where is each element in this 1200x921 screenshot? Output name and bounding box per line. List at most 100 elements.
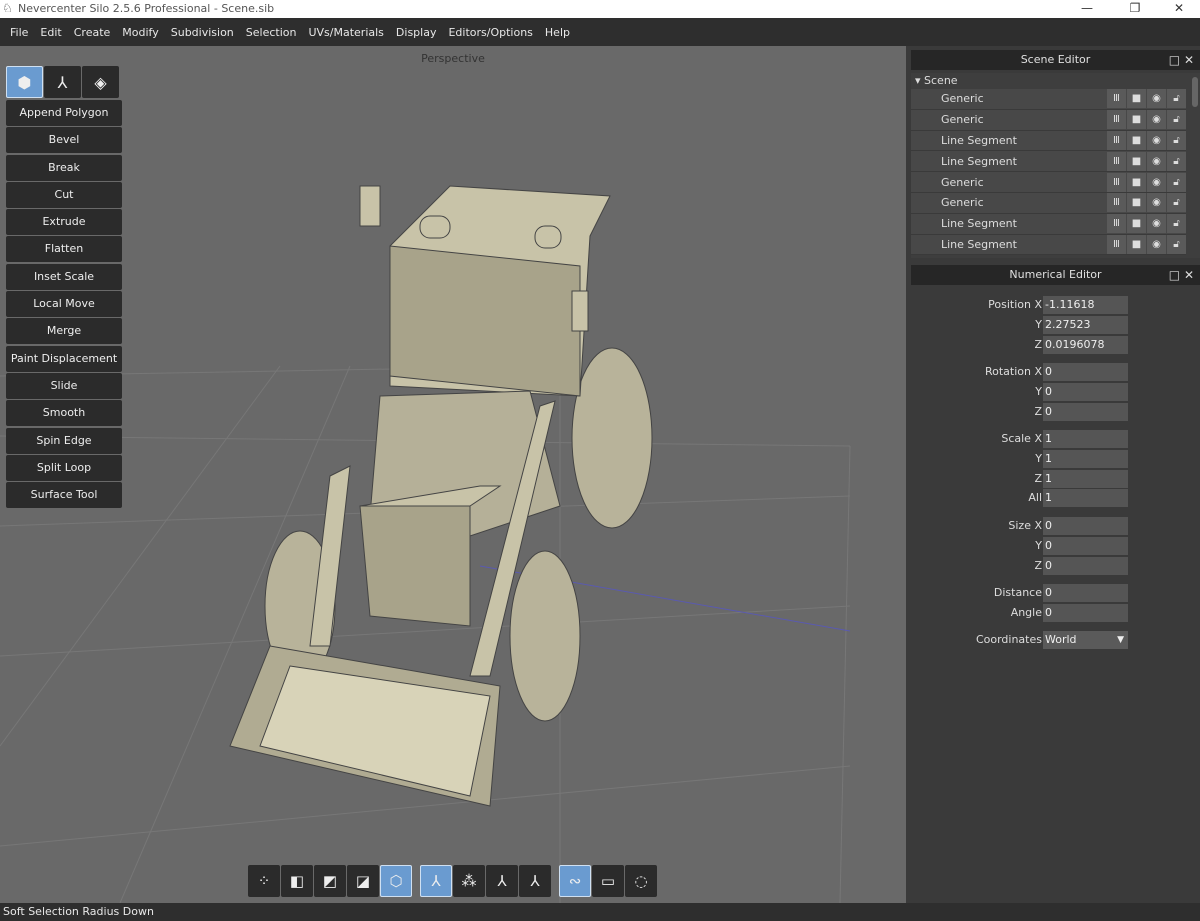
shade-icon[interactable]: ■ <box>1127 193 1146 213</box>
menu-create[interactable]: Create <box>68 26 117 39</box>
rectangle-select-button[interactable]: ▭ <box>592 865 624 897</box>
columns-icon[interactable]: Ⅲ <box>1107 193 1126 213</box>
columns-icon[interactable]: Ⅲ <box>1107 89 1126 109</box>
paint-select-button[interactable]: ∾ <box>559 865 591 897</box>
columns-icon[interactable]: Ⅲ <box>1107 172 1126 192</box>
lock-icon[interactable]: 🔓︎ <box>1167 193 1186 213</box>
value-input[interactable]: 0.0196078 <box>1043 336 1128 354</box>
lock-icon[interactable]: 🔓︎ <box>1167 172 1186 192</box>
visibility-eye-icon[interactable]: ◉ <box>1147 214 1166 234</box>
vertex-select-button[interactable]: ⁘ <box>248 865 280 897</box>
tool-local-move[interactable]: Local Move <box>6 291 122 318</box>
shade-icon[interactable]: ■ <box>1127 89 1146 109</box>
tool-cut[interactable]: Cut <box>6 181 122 208</box>
menu-editors-options[interactable]: Editors/Options <box>442 26 538 39</box>
shade-icon[interactable]: ■ <box>1127 130 1146 150</box>
menu-edit[interactable]: Edit <box>34 26 67 39</box>
visibility-eye-icon[interactable]: ◉ <box>1147 130 1166 150</box>
expand-triangle-icon[interactable]: ▾ <box>915 74 924 87</box>
scene-item[interactable]: Line Segment Ⅲ ■ ◉ 🔓︎ <box>911 234 1186 256</box>
close-icon[interactable]: ✕ <box>1184 268 1194 282</box>
scale-manipulator-button[interactable]: ⁂ <box>453 865 485 897</box>
value-input[interactable]: 0 <box>1043 557 1128 575</box>
value-input[interactable]: 0 <box>1043 383 1128 401</box>
object-vertex-button[interactable]: ◪ <box>347 865 379 897</box>
tool-bevel[interactable]: Bevel <box>6 127 122 154</box>
value-input[interactable]: 0 <box>1043 403 1128 421</box>
columns-icon[interactable]: Ⅲ <box>1107 130 1126 150</box>
shade-icon[interactable]: ■ <box>1127 234 1146 254</box>
minimize-icon[interactable]: — <box>1064 0 1110 18</box>
manipulator-button[interactable]: ⅄ <box>44 66 81 98</box>
scene-item[interactable]: Generic Ⅲ ■ ◉ 🔓︎ <box>911 89 1186 110</box>
shade-icon[interactable]: ■ <box>1127 214 1146 234</box>
maximize-icon[interactable]: □ <box>1169 268 1180 282</box>
value-input[interactable]: 1 <box>1043 489 1128 507</box>
scrollbar[interactable] <box>1192 77 1198 107</box>
value-input[interactable]: 0 <box>1043 363 1128 381</box>
lock-icon[interactable]: 🔓︎ <box>1167 151 1186 171</box>
value-input[interactable]: -1.11618 <box>1043 296 1128 314</box>
scene-root[interactable]: ▾ Scene <box>911 73 1200 89</box>
lock-icon[interactable]: 🔓︎ <box>1167 214 1186 234</box>
value-input[interactable]: 0 <box>1043 537 1128 555</box>
menu-selection[interactable]: Selection <box>240 26 303 39</box>
menu-uvs-materials[interactable]: UVs/Materials <box>302 26 389 39</box>
value-input[interactable]: 2.27523 <box>1043 316 1128 334</box>
tool-spin-edge[interactable]: Spin Edge <box>6 427 122 454</box>
restore-icon[interactable]: ❐ <box>1112 0 1158 18</box>
visibility-eye-icon[interactable]: ◉ <box>1147 151 1166 171</box>
coordinates-dropdown[interactable]: World ▼ <box>1043 631 1128 649</box>
face-select-button[interactable]: ◩ <box>314 865 346 897</box>
shade-icon[interactable]: ■ <box>1127 151 1146 171</box>
rotate-manipulator-button[interactable]: ⅄ <box>486 865 518 897</box>
scene-item[interactable]: Generic Ⅲ ■ ◉ 🔓︎ <box>911 192 1186 214</box>
value-input[interactable]: 0 <box>1043 517 1128 535</box>
uv-button[interactable]: ◈ <box>82 66 119 98</box>
scene-item[interactable]: Generic Ⅲ ■ ◉ 🔓︎ <box>911 172 1186 193</box>
shade-icon[interactable]: ■ <box>1127 172 1146 192</box>
tool-break[interactable]: Break <box>6 154 122 181</box>
move-manipulator-button[interactable]: ⅄ <box>420 865 452 897</box>
value-input[interactable]: 0 <box>1043 604 1128 622</box>
value-input[interactable]: 1 <box>1043 470 1128 488</box>
menu-subdivision[interactable]: Subdivision <box>165 26 240 39</box>
visibility-eye-icon[interactable]: ◉ <box>1147 193 1166 213</box>
columns-icon[interactable]: Ⅲ <box>1107 234 1126 254</box>
menu-display[interactable]: Display <box>390 26 443 39</box>
lasso-select-button[interactable]: ◌ <box>625 865 657 897</box>
visibility-eye-icon[interactable]: ◉ <box>1147 234 1166 254</box>
edge-select-button[interactable]: ◧ <box>281 865 313 897</box>
columns-icon[interactable]: Ⅲ <box>1107 151 1126 171</box>
close-icon[interactable]: ✕ <box>1156 0 1200 18</box>
tool-surface-tool[interactable]: Surface Tool <box>6 482 122 509</box>
tool-paint-displacement[interactable]: Paint Displacement <box>6 345 122 372</box>
polygon-mode-button[interactable]: ⬢ <box>6 66 43 98</box>
tool-inset-scale[interactable]: Inset Scale <box>6 263 122 290</box>
value-input[interactable]: 1 <box>1043 430 1128 448</box>
tool-append-polygon[interactable]: Append Polygon <box>6 100 122 126</box>
universal-manipulator-button[interactable]: ⅄ <box>519 865 551 897</box>
lock-icon[interactable]: 🔓︎ <box>1167 110 1186 130</box>
lock-icon[interactable]: 🔓︎ <box>1167 130 1186 150</box>
scene-item[interactable]: Line Segment Ⅲ ■ ◉ 🔓︎ <box>911 213 1186 235</box>
menu-modify[interactable]: Modify <box>116 26 164 39</box>
value-input[interactable]: 1 <box>1043 450 1128 468</box>
scene-item[interactable]: Generic Ⅲ ■ ◉ 🔓︎ <box>911 109 1186 131</box>
tool-slide[interactable]: Slide <box>6 372 122 399</box>
tool-split-loop[interactable]: Split Loop <box>6 454 122 481</box>
scene-item[interactable]: Line Segment Ⅲ ■ ◉ 🔓︎ <box>911 130 1186 152</box>
visibility-eye-icon[interactable]: ◉ <box>1147 89 1166 109</box>
lock-icon[interactable]: 🔓︎ <box>1167 89 1186 109</box>
visibility-eye-icon[interactable]: ◉ <box>1147 172 1166 192</box>
menu-file[interactable]: File <box>4 26 34 39</box>
scene-item[interactable]: Line Segment Ⅲ ■ ◉ 🔓︎ <box>911 151 1186 173</box>
tool-flatten[interactable]: Flatten <box>6 236 122 263</box>
menu-help[interactable]: Help <box>539 26 576 39</box>
tool-extrude[interactable]: Extrude <box>6 209 122 236</box>
maximize-icon[interactable]: □ <box>1169 53 1180 67</box>
object-select-button[interactable]: ⬡ <box>380 865 412 897</box>
close-icon[interactable]: ✕ <box>1184 53 1194 67</box>
columns-icon[interactable]: Ⅲ <box>1107 110 1126 130</box>
tool-smooth[interactable]: Smooth <box>6 400 122 427</box>
